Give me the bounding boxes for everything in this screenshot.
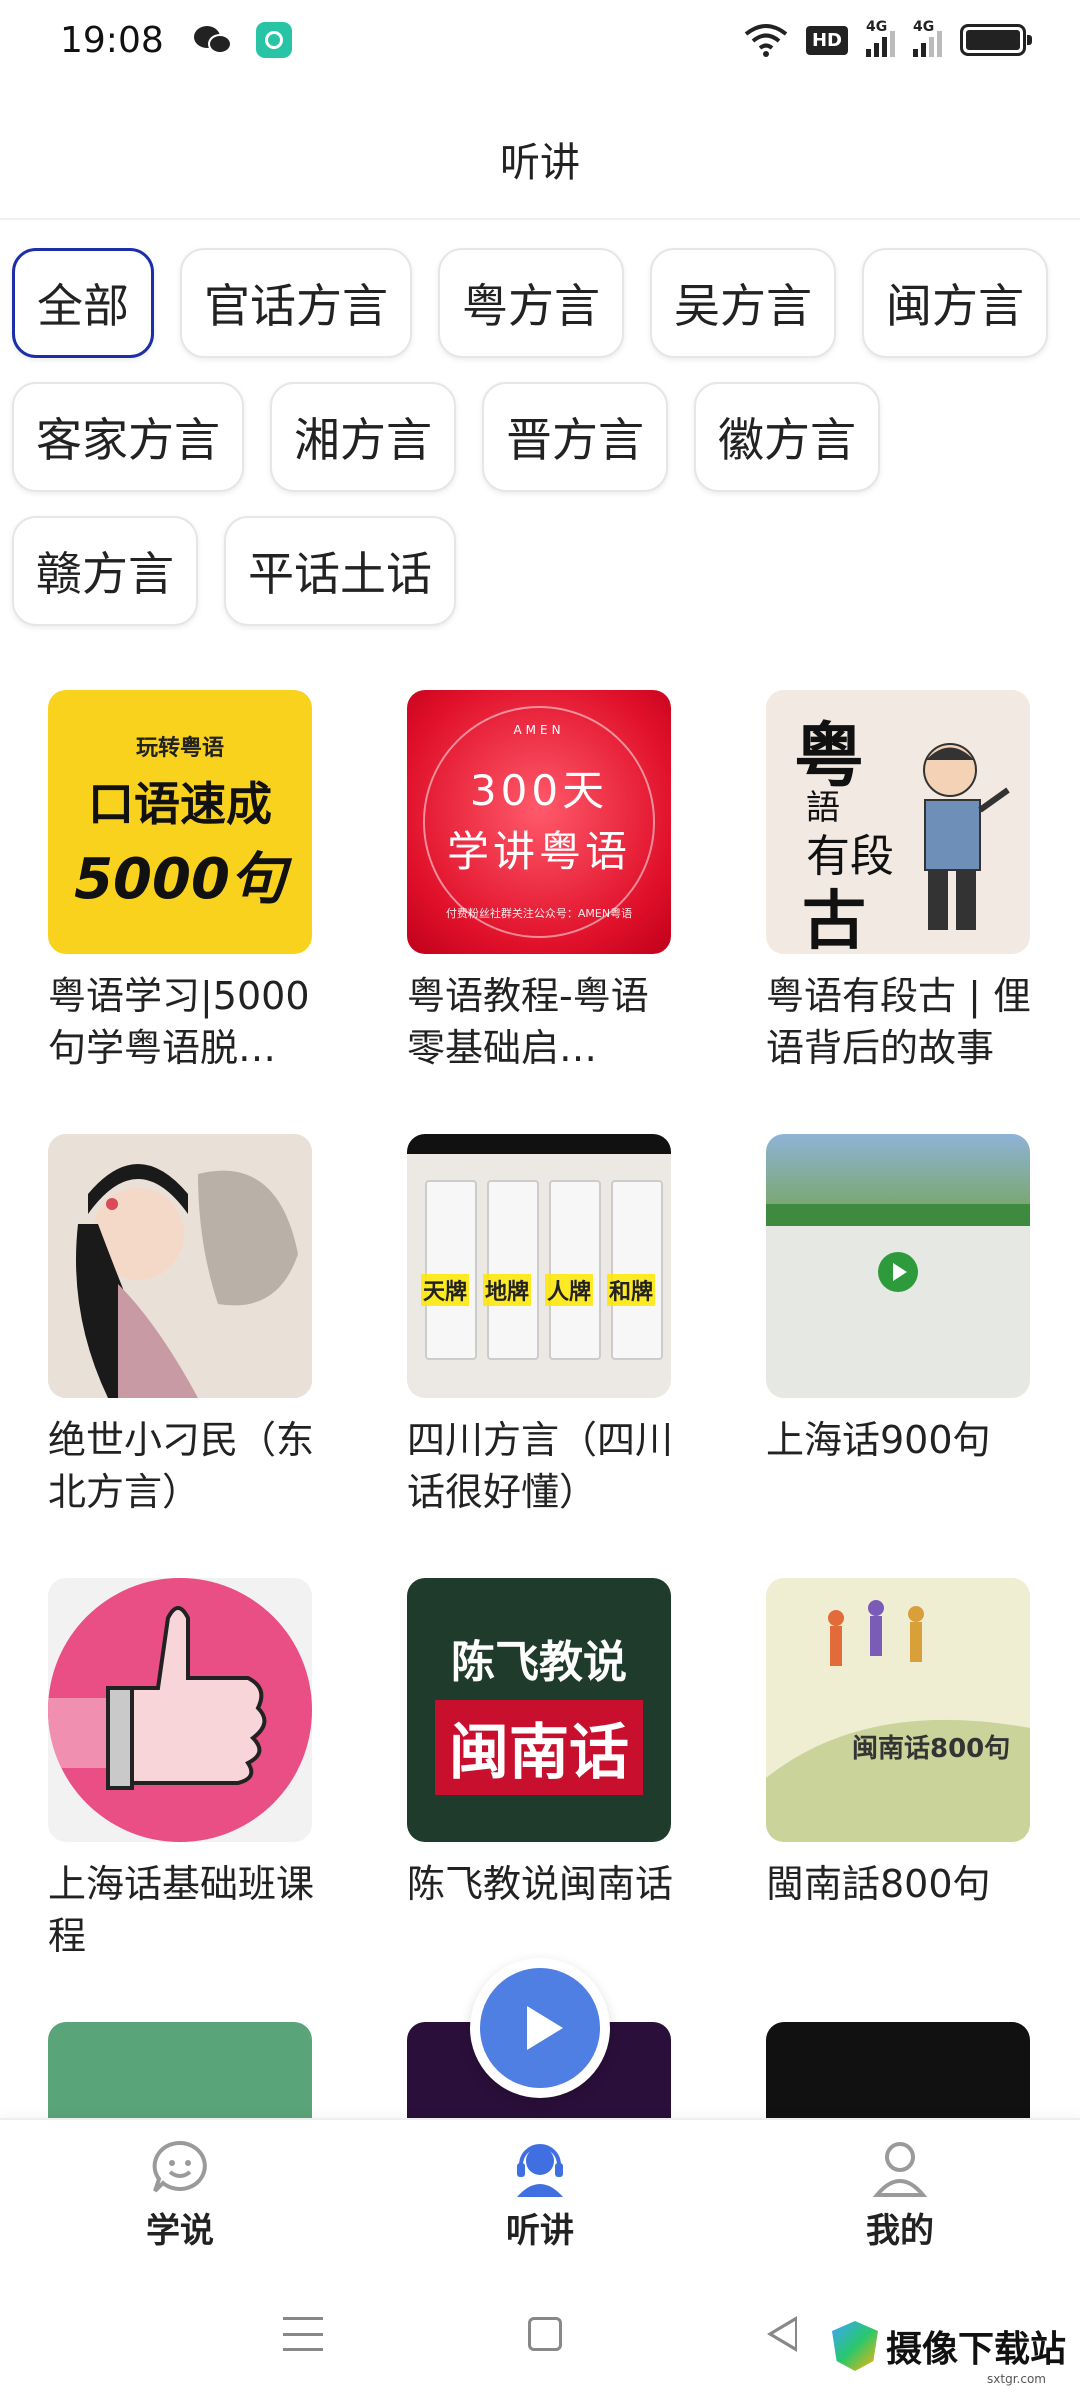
floating-play-button[interactable] (470, 1958, 610, 2098)
chip-gan[interactable]: 赣方言 (12, 516, 198, 626)
album-title[interactable]: 閩南話800句 (766, 1858, 1036, 1910)
tab-wode[interactable]: 我的 (720, 2120, 1080, 2268)
tab-label: 学说 (146, 2210, 214, 2251)
cover-text: 付费粉丝社群关注公众号：AMEN粤语 (445, 907, 633, 920)
album-cover[interactable]: 天牌 地牌 人牌 和牌 (407, 1134, 671, 1398)
album-card[interactable]: 闽南话800句 閩南話800句 (766, 1578, 1030, 2022)
album-title[interactable]: 四川方言（四川话很好懂） (407, 1414, 677, 1518)
cartoon-figure-illustration (923, 743, 1010, 930)
header: 听讲 (0, 100, 1080, 220)
album-cover[interactable]: 粤 語 有段 古 (766, 690, 1030, 954)
cover-text: 口语速成 (88, 776, 272, 831)
album-title[interactable]: 粤语学习|5000句学粤语脱… (48, 970, 318, 1074)
album-title[interactable]: 粤语教程-粤语零基础启… (407, 970, 677, 1074)
bottom-tab-bar: 学说 听讲 我的 (0, 2118, 1080, 2268)
back-button[interactable] (767, 2316, 798, 2352)
tab-tingjiang[interactable]: 听讲 (360, 2120, 720, 2268)
album-card[interactable]: 陈飞教说 闽南话 陈飞教说闽南话 (407, 1578, 673, 2022)
album-cover[interactable]: 陈飞教说 闽南话 (407, 1578, 671, 1842)
chip-all[interactable]: 全部 (12, 248, 154, 358)
watermark-logo-icon (831, 2321, 878, 2371)
cover-text: 和牌 (607, 1274, 656, 1306)
home-button[interactable] (527, 2317, 562, 2351)
watermark: 摄像下载站 sxtgr.com (831, 2320, 1066, 2386)
chip-xiang[interactable]: 湘方言 (270, 382, 456, 492)
play-icon (480, 1968, 600, 2088)
album-cover[interactable] (48, 1578, 312, 1842)
app-notification-icon (255, 22, 292, 58)
cover-text: 陈飞教说 (451, 1636, 627, 1688)
signal-icon-2: 4G (913, 19, 942, 57)
album-title[interactable]: 陈飞教说闽南话 (407, 1858, 677, 1910)
wifi-icon (744, 24, 788, 57)
album-title[interactable]: 绝世小刁民（东北方言） (48, 1414, 318, 1518)
cover-text: 天牌 (421, 1274, 470, 1306)
cover-text: 人牌 (545, 1274, 594, 1306)
album-cover[interactable]: 闽南话800句 (766, 1578, 1030, 1842)
cover-text: 地牌 (483, 1274, 532, 1306)
cover-text: 闽南话800句 (852, 1734, 1011, 1764)
album-card[interactable]: 绝世小刁民（东北方言） (48, 1134, 314, 1578)
chip-jin[interactable]: 晋方言 (482, 382, 668, 492)
album-cover[interactable] (48, 1134, 312, 1398)
chip-hakka[interactable]: 客家方言 (12, 382, 244, 492)
chip-hui[interactable]: 徽方言 (694, 382, 880, 492)
chip-guanhua[interactable]: 官话方言 (180, 248, 412, 358)
chip-pinghua[interactable]: 平话土话 (224, 516, 456, 626)
page-title: 听讲 (500, 140, 580, 186)
cover-text: 玩转粤语 (135, 735, 224, 761)
user-icon (872, 2141, 928, 2197)
album-title[interactable]: 粤语有段古 | 俚语背后的故事 (766, 970, 1036, 1074)
cover-text: 古 (802, 884, 866, 954)
album-card[interactable]: 上海话900句 (766, 1134, 1030, 1578)
signal-icon: 4G (866, 19, 895, 57)
status-time: 19:08 (60, 19, 164, 61)
category-filter: 全部 官话方言 粤方言 吴方言 闽方言 客家方言 湘方言 晋方言 徽方言 赣方言… (12, 248, 1072, 626)
battery-icon (960, 24, 1032, 56)
tab-xueshuo[interactable]: 学说 (0, 2120, 360, 2268)
headset-user-icon (517, 2143, 563, 2197)
album-card[interactable]: 玩转粤语 口语速成 5000句 粤语学习|5000句学粤语脱… (48, 690, 312, 1134)
chip-yue[interactable]: 粤方言 (438, 248, 624, 358)
album-title[interactable]: 上海话900句 (766, 1414, 1036, 1466)
hd-badge: HD (805, 25, 848, 55)
watermark-subtext: sxtgr.com (987, 2372, 1046, 2386)
status-bar: 19:08 HD 4G 4G (0, 0, 1080, 80)
cover-text: 闽南话 (435, 1699, 643, 1795)
album-cover[interactable] (766, 1134, 1030, 1398)
album-title[interactable]: 上海话基础班课程 (48, 1858, 318, 1962)
recent-apps-button[interactable] (282, 2317, 323, 2351)
chip-min[interactable]: 闽方言 (862, 248, 1048, 358)
play-icon (878, 1252, 918, 1292)
chip-wu[interactable]: 吴方言 (650, 248, 836, 358)
people-illustration (766, 1600, 1030, 1842)
watermark-text: 摄像下载站 (885, 2329, 1066, 2370)
cover-text: 5000句 (74, 846, 286, 912)
album-cover[interactable]: 玩转粤语 口语速成 5000句 (48, 690, 312, 954)
album-card[interactable]: 粤 語 有段 古 粤语有段古 | 俚语背后的故事 (766, 690, 1031, 1134)
tab-label: 我的 (866, 2210, 934, 2251)
chat-face-icon (152, 2140, 207, 2192)
thumbs-up-icon (48, 1606, 267, 1790)
album-card[interactable]: 天牌 地牌 人牌 和牌 四川方言（四川话很好懂） (407, 1134, 673, 1578)
album-cover[interactable]: AMEN 300天 学讲粤语 付费粉丝社群关注公众号：AMEN粤语 (407, 690, 671, 954)
album-card[interactable]: AMEN 300天 学讲粤语 付费粉丝社群关注公众号：AMEN粤语 粤语教程-粤… (407, 690, 671, 1134)
wechat-icon (193, 24, 234, 56)
album-card[interactable]: 上海话基础班课程 (48, 1578, 314, 2022)
illustration-woman-wolf (48, 1134, 312, 1398)
tab-label: 听讲 (506, 2210, 574, 2251)
